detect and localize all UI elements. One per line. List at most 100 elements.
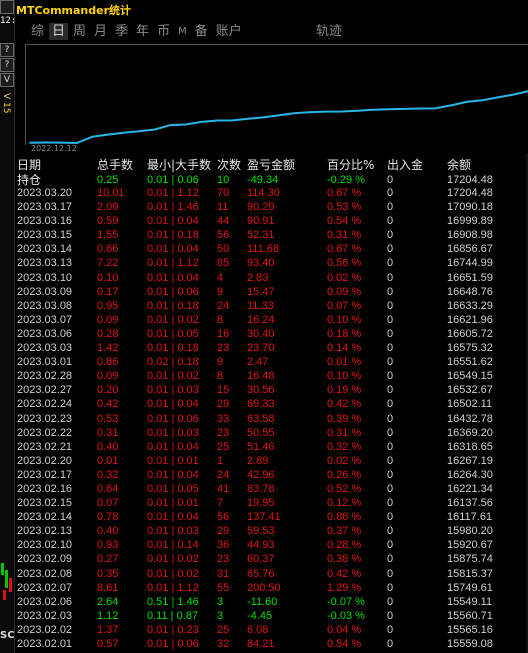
table-row[interactable]: 2023.02.09 0.27 0.01 | 0.02 23 60.37 0.38 % 0 1… xyxy=(17,552,525,566)
cell-lots: 0.40 xyxy=(97,440,119,453)
cell-flow: 0 xyxy=(387,454,394,467)
table-row[interactable]: 2023.02.17 0.32 0.01 | 0.04 24 42.96 0.26 % 0 1… xyxy=(17,468,525,482)
cell-pl: 42.96 xyxy=(247,468,275,481)
cell-pct: 0.86 % xyxy=(327,511,362,524)
table-row[interactable]: 2023.02.13 0.40 0.01 | 0.03 29 59.53 0.37 % 0 1… xyxy=(17,524,525,538)
table-row[interactable]: 2023.03.01 0.86 0.02 | 0.18 9 2.47 0.01 % 0 165… xyxy=(17,355,525,369)
table-row[interactable]: 2023.02.01 0.57 0.01 | 0.06 32 84.21 0.54 % 0 1… xyxy=(17,637,525,651)
table-row[interactable]: 2023.02.21 0.40 0.01 | 0.04 25 51.46 0.32 % 0 1… xyxy=(17,440,525,454)
cell-pl: 63.58 xyxy=(247,412,275,425)
table-row[interactable]: 2023.03.14 0.66 0.01 | 0.04 50 111.68 0.67 % 0… xyxy=(17,242,525,256)
cell-lots: 7.22 xyxy=(97,257,119,270)
header-balance[interactable]: 余额 xyxy=(447,158,471,173)
table-row[interactable]: 2023.02.02 1.37 0.01 | 0.23 25 6.08 0.04 % 0 15… xyxy=(17,623,525,637)
table-row[interactable]: 2023.03.15 1.55 0.01 | 0.18 56 52.31 0.31 % 0 1… xyxy=(17,228,525,242)
table-row[interactable]: 2023.03.17 2.09 0.01 | 1.46 11 90.29 0.53 % 0 1… xyxy=(17,200,525,214)
cell-date: 2023.03.14 xyxy=(17,243,73,256)
cell-balance: 16267.19 xyxy=(447,454,493,467)
cell-lots: 8.61 xyxy=(97,581,119,594)
cell-count: 11 xyxy=(217,201,229,214)
table-row[interactable]: 2023.02.28 0.09 0.01 | 0.02 8 16.48 0.10 % 0 16… xyxy=(17,369,525,383)
table-row[interactable]: 2023.02.10 0.93 0.01 | 0.14 36 44.93 0.28 % 0 1… xyxy=(17,538,525,552)
table-row[interactable]: 2023.02.03 1.12 0.11 | 0.87 3 -4.45 -0.03 % 0 1… xyxy=(17,609,525,623)
cell-flow: 0 xyxy=(387,201,394,214)
tab-9[interactable]: 账户 xyxy=(213,23,245,40)
position-row[interactable]: 持仓 0.25 0.01 | 0.06 10 -49.34 -0.29 % 0 … xyxy=(17,173,525,187)
header-flow[interactable]: 出入金 xyxy=(387,158,423,173)
cell-balance: 16744.99 xyxy=(447,257,493,270)
table-row[interactable]: 2023.02.27 0.20 0.01 | 0.03 15 30.56 0.19 % 0 1… xyxy=(17,383,525,397)
cell-flow: 0 xyxy=(387,511,394,524)
table-row[interactable]: 2023.03.09 0.17 0.01 | 0.06 9 15.47 0.09 % 0 16… xyxy=(17,285,525,299)
cell-lots: 0.17 xyxy=(97,285,119,298)
balance-chart-svg xyxy=(29,90,528,145)
cell-pl: 2.83 xyxy=(247,271,269,284)
header-minmax[interactable]: 最小|大手数 xyxy=(147,158,211,173)
header-pl[interactable]: 盈亏金额 xyxy=(247,158,295,173)
cell-pl: 51.46 xyxy=(247,440,275,453)
cell-date: 2023.02.07 xyxy=(17,581,73,594)
table-row[interactable]: 2023.02.20 0.01 0.01 | 0.01 1 2.89 0.02 % 0 162… xyxy=(17,454,525,468)
tab-1[interactable]: 日 xyxy=(49,23,69,40)
cell-flow: 0 xyxy=(387,553,394,566)
table-row[interactable]: 2023.02.24 0.42 0.01 | 0.04 29 69.33 0.42 % 0 1… xyxy=(17,397,525,411)
cell-lots: 0.42 xyxy=(97,398,119,411)
cell-flow: 0 xyxy=(387,215,394,228)
cell-count: 32 xyxy=(217,638,230,650)
balance-point xyxy=(481,99,484,102)
tab-3[interactable]: 月 xyxy=(91,23,110,40)
table-row[interactable]: 2023.02.14 0.78 0.01 | 0.04 56 137.41 0.86 % 0… xyxy=(17,510,525,524)
cell-lots: 0.86 xyxy=(97,356,119,369)
cell-minmax: 0.01 | 0.03 xyxy=(147,525,199,538)
balance-point xyxy=(278,114,281,117)
help-button-2[interactable]: ? xyxy=(0,58,14,72)
cell-balance: 16648.76 xyxy=(447,285,493,298)
table-row[interactable]: 2023.03.07 0.09 0.01 | 0.02 8 16.24 0.10 % 0 16… xyxy=(17,313,525,327)
cell-minmax: 0.01 | 0.05 xyxy=(147,327,199,340)
help-button-1[interactable]: ? xyxy=(0,43,14,57)
table-row[interactable]: 2023.03.08 0.95 0.01 | 0.18 24 11.33 0.07 % 0 1… xyxy=(17,299,525,313)
cell-minmax: 0.01 | 0.18 xyxy=(147,342,199,355)
cell-minmax: 0.01 | 0.04 xyxy=(147,468,199,481)
cell-pct: 0.10 % xyxy=(327,313,362,326)
table-row[interactable]: 2023.02.23 0.53 0.01 | 0.06 33 63.58 0.39 % 0 1… xyxy=(17,412,525,426)
cell-count: 23 xyxy=(217,426,230,439)
table-row[interactable]: 2023.03.13 7.22 0.01 | 1.12 85 93.40 0.56 % 0 1… xyxy=(17,256,525,270)
header-date[interactable]: 日期 xyxy=(17,158,41,173)
table-row[interactable]: 2023.03.20 10.01 0.01 | 1.12 70 114.30 0.67 %… xyxy=(17,186,525,200)
cell-count: 23 xyxy=(217,342,230,355)
table-row[interactable]: 2023.02.06 2.64 0.51 | 1.46 3 -11.60 -0.07 % 0… xyxy=(17,595,525,609)
cell-pct: 0.42 % xyxy=(327,567,362,580)
cell-count: 56 xyxy=(217,511,230,524)
cell-date: 2023.02.10 xyxy=(17,539,73,552)
view-button[interactable]: V xyxy=(0,73,14,87)
table-row[interactable]: 2023.03.06 0.28 0.01 | 0.05 16 30.40 0.18 % 0 1… xyxy=(17,327,525,341)
table-row[interactable]: 2023.02.16 0.64 0.01 | 0.05 41 83.78 0.52 % 0 1… xyxy=(17,482,525,496)
cell-minmax: 0.01 | 1.12 xyxy=(147,187,199,199)
tab-2[interactable]: 周 xyxy=(70,23,89,40)
tab-7[interactable]: M xyxy=(175,23,190,40)
tab-4[interactable]: 季 xyxy=(112,23,131,40)
tab-5[interactable]: 年 xyxy=(133,23,152,40)
table-row[interactable]: 2023.02.15 0.07 0.01 | 0.01 7 19.95 0.12 % 0 16… xyxy=(17,496,525,510)
table-row[interactable]: 2023.02.08 0.35 0.01 | 0.02 31 65.76 0.42 % 0 1… xyxy=(17,567,525,581)
table-row[interactable]: 2023.03.10 0.10 0.01 | 0.04 4 2.83 0.02 % 0 166… xyxy=(17,271,525,285)
header-pct[interactable]: 百分比% xyxy=(327,158,374,173)
tab-6[interactable]: 币 xyxy=(154,23,173,40)
tab-track[interactable]: 轨迹 xyxy=(316,23,342,40)
cell-minmax: 0.01 | 0.02 xyxy=(147,567,199,580)
cell-count: 44 xyxy=(217,215,230,228)
tab-0[interactable]: 综 xyxy=(28,23,47,40)
cell-balance: 15920.67 xyxy=(447,539,493,552)
cell-date: 2023.02.21 xyxy=(17,440,73,453)
tab-8[interactable]: 备 xyxy=(192,23,211,40)
cell-lots: 0.20 xyxy=(97,384,119,397)
header-count[interactable]: 次数 xyxy=(217,158,241,173)
table-row[interactable]: 2023.03.03 1.42 0.01 | 0.18 23 23.70 0.14 % 0 1… xyxy=(17,341,525,355)
table-row[interactable]: 2023.03.16 0.59 0.01 | 0.04 44 90.91 0.54 % 0 1… xyxy=(17,214,525,228)
table-row[interactable]: 2023.02.07 8.61 0.01 | 1.12 55 200.50 1.29 % 0… xyxy=(17,581,525,595)
cell-flow: 0 xyxy=(387,187,394,199)
header-lots[interactable]: 总手数 xyxy=(97,158,133,173)
balance-point xyxy=(263,116,265,119)
table-row[interactable]: 2023.02.22 0.31 0.01 | 0.03 23 50.55 0.31 % 0 1… xyxy=(17,426,525,440)
